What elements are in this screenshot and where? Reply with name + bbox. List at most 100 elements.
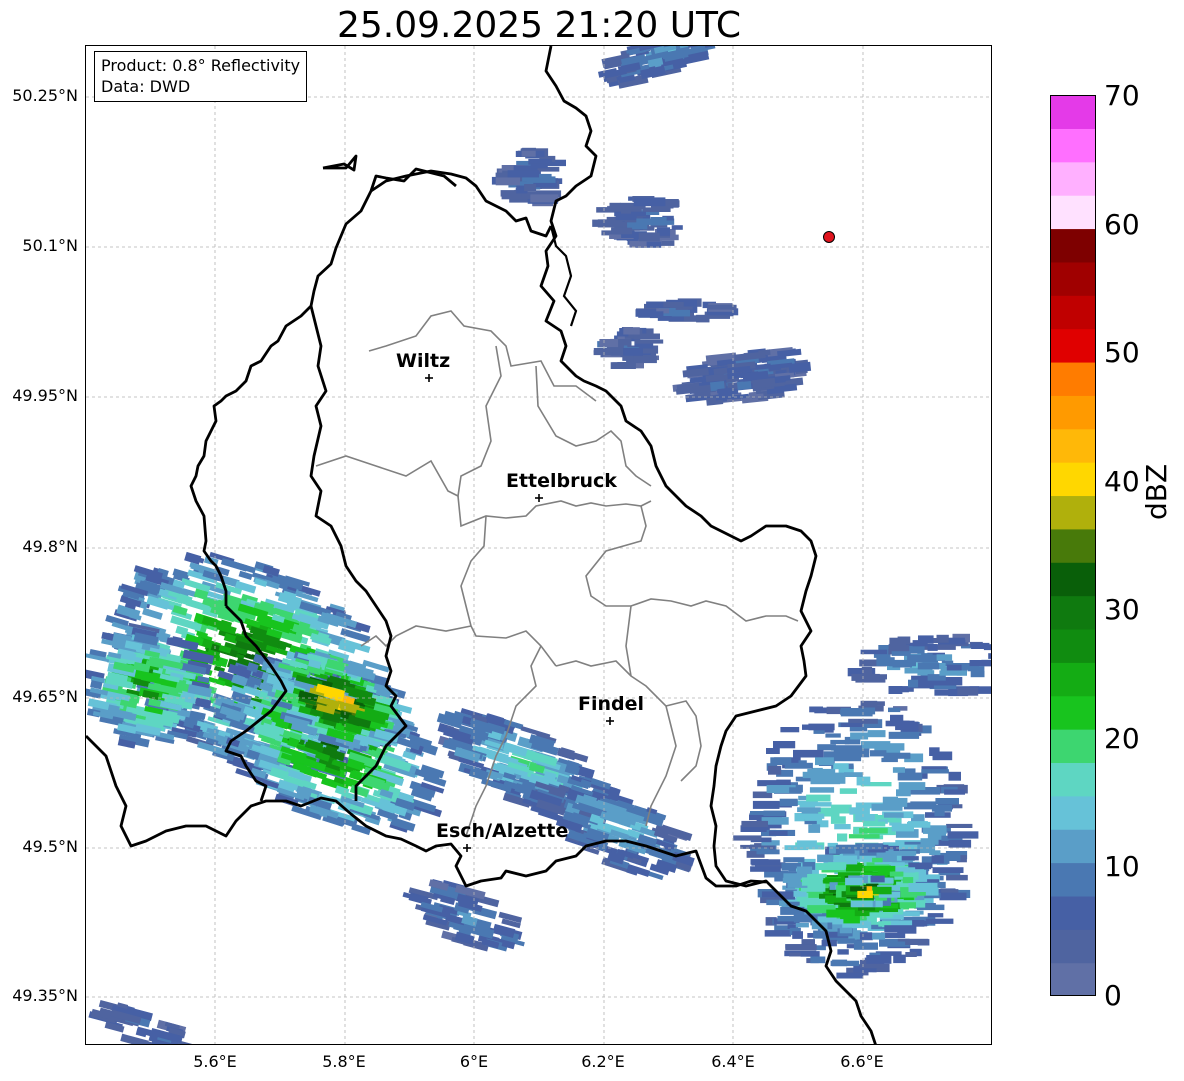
radar-map <box>85 45 992 1045</box>
radar-echo-cell <box>896 720 910 730</box>
radar-echo-cell <box>837 949 849 955</box>
colorbar-tick-label: 50 <box>1104 336 1140 369</box>
radar-echo-cell <box>599 339 619 348</box>
radar-echo-cell <box>696 314 710 323</box>
colorbar-tick-label: 40 <box>1104 465 1140 498</box>
radar-echo-cell <box>850 886 867 892</box>
radar-echo-cell <box>826 775 846 784</box>
canton-border-line <box>625 605 632 677</box>
radar-echo-cell <box>859 828 888 834</box>
colorbar-segment <box>1050 295 1096 330</box>
colorbar-segment <box>1050 428 1096 463</box>
radar-echo-cell <box>832 959 848 967</box>
radar-echo-cell <box>848 834 880 839</box>
radar-echo-cell <box>826 909 855 918</box>
radar-echo-cell <box>147 1043 167 1044</box>
radar-echo-cell <box>939 670 967 676</box>
radar-map-canvas <box>86 46 991 1044</box>
radar-echo-cell <box>806 794 831 802</box>
radar-echo-cell <box>671 309 690 317</box>
radar-echo-cell <box>866 911 893 918</box>
radar-echo-cell <box>970 670 985 678</box>
radar-echo-cell <box>853 942 878 950</box>
radar-echo-cell <box>750 811 776 815</box>
radar-echo-cell <box>521 150 536 157</box>
radar-echo-cell <box>971 642 990 649</box>
radar-echo-cell <box>917 844 936 854</box>
radar-echo-cell <box>957 687 979 696</box>
radar-echo-cell <box>834 824 851 830</box>
radar-echo-cell <box>892 767 905 773</box>
colorbar-segment <box>1050 328 1096 363</box>
radar-echo-cell <box>650 217 667 226</box>
radar-echo-cell <box>351 823 371 836</box>
lon-tick-label: 6.6°E <box>840 1052 884 1071</box>
radar-echo-cell <box>707 304 737 310</box>
radar-echo-cell <box>885 851 917 856</box>
radar-echo-cell <box>861 741 891 749</box>
colorbar-segment <box>1050 528 1096 563</box>
colorbar-segment <box>1050 762 1096 797</box>
radar-echo-cell <box>558 747 575 760</box>
radar-echo-cell <box>831 804 852 812</box>
radar-echo-cell <box>524 184 537 192</box>
radar-echo-cell <box>835 845 855 854</box>
radar-echo-cell <box>932 751 953 761</box>
colorbar-tick-label: 20 <box>1104 722 1140 755</box>
radar-echo-cell <box>780 727 800 733</box>
radar-echo-cell <box>633 197 666 207</box>
radar-echo-cell <box>871 803 903 811</box>
lon-tick-label: 6.4°E <box>711 1052 755 1071</box>
radar-echo-cell <box>858 843 883 850</box>
data-source-label: Data: DWD <box>101 77 191 96</box>
radar-echo-cell <box>801 877 823 886</box>
radar-echo-cell <box>855 814 875 821</box>
canton-border-line <box>585 505 799 622</box>
radar-echo-cell <box>809 706 823 713</box>
radar-echo-cell <box>872 857 883 863</box>
radar-echo-cell <box>844 772 863 777</box>
radar-echo-cell <box>849 807 870 815</box>
radar-echo-cell <box>927 644 938 651</box>
lat-tick-label: 49.95°N <box>12 386 78 405</box>
lon-tick-label: 5.8°E <box>322 1052 366 1071</box>
radar-echo-cell <box>888 686 903 694</box>
radar-echo-cell <box>859 932 873 940</box>
colorbar-tick-label: 30 <box>1104 593 1140 626</box>
radar-echo-cell <box>793 749 824 758</box>
radar-echo-cell <box>796 866 813 874</box>
radar-echo-cell <box>917 662 940 670</box>
colorbar-segment <box>1050 595 1096 630</box>
radar-echo-cell <box>750 859 769 865</box>
radar-echo-cell <box>897 772 923 781</box>
colorbar-segment <box>1050 862 1096 897</box>
radar-echo-cell <box>717 387 732 398</box>
colorbar-segment <box>1050 495 1096 530</box>
colorbar-segment <box>1050 95 1096 129</box>
radar-echo-cell <box>908 883 938 892</box>
radar-echo-cell <box>796 840 817 846</box>
colorbar-tick-label: 70 <box>1104 79 1140 112</box>
radar-echo-cell <box>828 862 847 868</box>
radar-echo-cell <box>789 787 801 793</box>
lon-tick-label: 5.6°E <box>193 1052 237 1071</box>
colorbar-segment <box>1050 128 1096 163</box>
colorbar-segment <box>1050 929 1096 964</box>
radar-echo-cell <box>796 845 824 850</box>
colorbar-segment <box>1050 361 1096 396</box>
radar-echo-cell <box>952 804 963 809</box>
radar-echo-cell <box>784 762 813 769</box>
radar-echo-cell <box>733 835 762 841</box>
radar-echo-cell <box>830 816 846 824</box>
radar-echo-cell <box>779 798 798 807</box>
radar-echo-cell <box>804 815 823 821</box>
radar-echo-cell <box>900 902 916 909</box>
radar-echo-cell <box>495 177 520 186</box>
radar-echo-cell <box>799 802 816 808</box>
lat-tick-label: 49.8°N <box>22 537 78 556</box>
radar-echo-cell <box>845 877 863 886</box>
radar-echo-cell <box>825 733 841 738</box>
radar-echo-cell <box>889 637 907 646</box>
radar-echo-cell <box>969 660 991 667</box>
radar-echo-cell <box>636 218 648 225</box>
